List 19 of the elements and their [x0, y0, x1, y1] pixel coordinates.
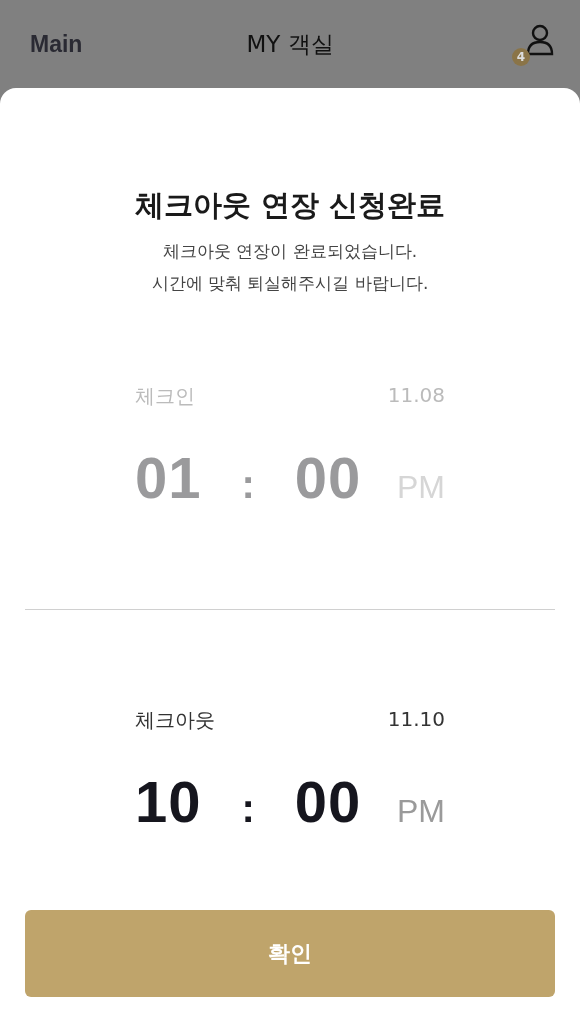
period-text: PM: [397, 793, 445, 830]
date-text: 11.10: [387, 707, 445, 733]
time-label: 체크아웃: [135, 707, 215, 734]
dialog-title: 체크아웃 연장 신청완료: [133, 187, 447, 224]
date-text: 11.08: [387, 383, 445, 409]
time-separator: :: [241, 462, 255, 507]
minute-text: 00: [294, 444, 362, 511]
time-separator: :: [241, 786, 255, 831]
notification-badge: 4: [512, 48, 530, 66]
confirm-button[interactable]: 확인: [25, 910, 555, 997]
user-icon[interactable]: [526, 24, 554, 56]
time-label: 체크인: [135, 383, 195, 410]
message-text: 시간에 맞춰 퇴실해주시길 바랍니다.: [151, 272, 429, 295]
message-text: 체크아웃 연장이 완료되었습니다.: [162, 240, 418, 263]
minute-text: 00: [294, 768, 362, 835]
hour-text: 01: [135, 444, 202, 511]
page-title: MY 객실: [246, 30, 334, 57]
back-link[interactable]: Main: [30, 30, 83, 58]
hour-text: 10: [135, 768, 202, 835]
